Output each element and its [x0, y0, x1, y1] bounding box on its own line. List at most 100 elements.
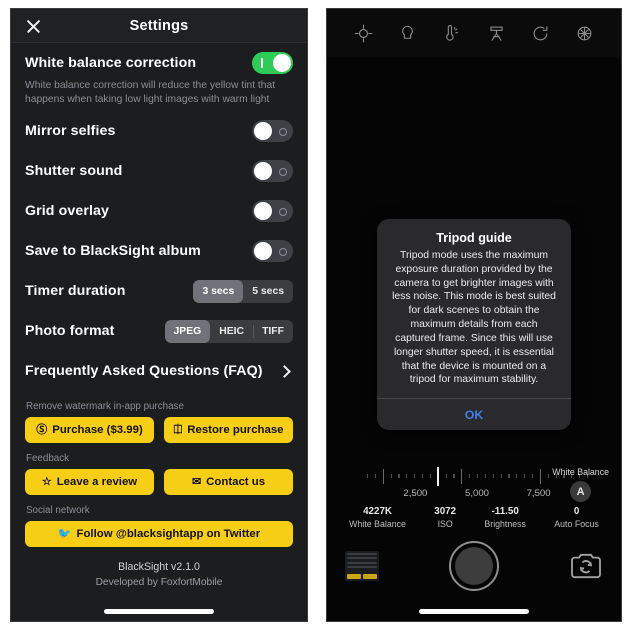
restore-purchase-button[interactable]: ⎅ Restore purchase — [164, 417, 293, 444]
setting-label: White balance correction — [25, 55, 197, 71]
purchase-button-row: Ⓢ Purchase ($3.99) ⎅ Restore purchase — [25, 417, 293, 444]
home-indicator — [419, 609, 529, 614]
faq-row[interactable]: Frequently Asked Questions (FAQ) — [25, 351, 293, 391]
setting-row-shutter-sound[interactable]: Shutter sound — [25, 151, 293, 191]
kelvin-tick — [516, 474, 518, 478]
camera-toolbar — [327, 9, 621, 57]
kelvin-tick — [398, 474, 400, 478]
contact-us-label: Contact us — [206, 476, 266, 489]
purchase-button[interactable]: Ⓢ Purchase ($3.99) — [25, 417, 154, 444]
thumbnail-line — [347, 561, 377, 564]
viewfinder: Tripod guide Tripod mode uses the maximu… — [327, 57, 621, 457]
app-developer: Developed by FoxfortMobile — [95, 577, 223, 589]
kelvin-current-indicator[interactable] — [436, 467, 439, 486]
camera-bottom-bar — [327, 529, 621, 621]
timer-option-5-secs[interactable]: 5 secs — [243, 280, 293, 303]
thumbnail-button — [347, 574, 361, 579]
kelvin-tick — [414, 474, 416, 478]
timer-option-3-secs[interactable]: 3 secs — [193, 279, 244, 303]
toggle-mirror-selfies[interactable] — [252, 120, 293, 143]
toggle-knob — [254, 202, 272, 221]
kelvin-major-tick — [539, 469, 542, 484]
settings-gear-icon[interactable] — [575, 24, 594, 43]
kelvin-tick — [429, 474, 432, 478]
chevron-right-icon — [278, 365, 291, 378]
social-caption: Social network — [26, 505, 90, 517]
faq-label: Frequently Asked Questions (FAQ) — [25, 363, 263, 380]
white-balance-mode-badge: White Balance A — [552, 467, 609, 502]
leave-review-button[interactable]: ☆ Leave a review — [25, 469, 154, 496]
readout-value: 3072 — [434, 506, 457, 517]
kelvin-major-tick — [382, 469, 384, 484]
home-indicator — [104, 609, 214, 614]
kelvin-tick — [477, 474, 479, 478]
purchase-caption: Remove watermark in-app purchase — [26, 401, 184, 413]
flip-camera-icon[interactable] — [569, 552, 603, 580]
kelvin-tick-label: 5,000 — [464, 488, 490, 499]
twitter-bird-icon: 🐦 — [57, 527, 72, 540]
setting-label: Grid overlay — [25, 203, 109, 220]
twitter-follow-button[interactable]: 🐦 Follow @blacksightapp on Twitter — [25, 521, 293, 548]
kelvin-tick-label: 7,500 — [526, 488, 551, 499]
kelvin-tick — [390, 474, 392, 478]
toggle-knob — [254, 122, 272, 141]
focus-crosshair-icon[interactable] — [354, 24, 373, 43]
format-option-tiff[interactable]: TIFF — [253, 320, 293, 343]
kelvin-tick — [367, 474, 369, 478]
toggle-save-to-album[interactable] — [252, 240, 293, 263]
twitter-follow-label: Follow @blacksightapp on Twitter — [76, 528, 261, 541]
dialog-ok-button[interactable]: OK — [377, 399, 571, 430]
readout-iso: 3072 ISO — [434, 506, 456, 529]
restore-purchase-label: Restore purchase — [187, 424, 284, 437]
setting-row-grid-overlay[interactable]: Grid overlay — [25, 191, 293, 231]
format-option-jpeg[interactable]: JPEG — [164, 319, 211, 343]
flashlight-icon[interactable] — [398, 24, 417, 43]
toggle-white-balance-correction[interactable] — [252, 52, 293, 74]
feedback-caption: Feedback — [26, 453, 70, 465]
thumbnail-lines — [347, 553, 377, 574]
kelvin-major-tick — [461, 469, 463, 484]
page-title: Settings — [129, 17, 189, 34]
white-balance-icon[interactable] — [442, 24, 461, 43]
star-icon: ☆ — [41, 475, 52, 488]
timer-duration-segmented-control[interactable]: 3 secs 5 secs — [193, 279, 293, 303]
dollar-coin-icon: Ⓢ — [36, 423, 48, 436]
settings-screen: Settings White balance correction White … — [10, 8, 308, 622]
toggle-grid-overlay[interactable] — [252, 200, 293, 223]
feedback-button-row: ☆ Leave a review ✉ Contact us — [25, 469, 293, 496]
kelvin-ruler-section: 2,500 5,000 7,500 4227K White Balance 30… — [327, 457, 621, 535]
kelvin-tick — [508, 474, 510, 478]
envelope-icon: ✉ — [191, 475, 202, 488]
readout-label: Brightness — [484, 519, 526, 529]
kelvin-tick — [547, 474, 549, 478]
shutter-button[interactable] — [449, 541, 499, 591]
kelvin-tick — [406, 474, 408, 478]
timer-icon[interactable] — [531, 24, 550, 43]
setting-row-timer-duration: Timer duration 3 secs 5 secs — [25, 271, 293, 311]
dialog-title: Tripod guide — [436, 231, 512, 245]
camera-readouts: 4227K White Balance 3072 ISO -11.50 Brig… — [327, 506, 621, 529]
contact-us-button[interactable]: ✉ Contact us — [164, 469, 293, 496]
readout-auto-focus: 0 Auto Focus — [554, 506, 599, 529]
white-balance-auto-button[interactable]: A — [570, 481, 592, 502]
photo-format-segmented-control[interactable]: JPEG HEIC TIFF — [164, 319, 293, 343]
readout-value: 0 — [573, 506, 580, 517]
camera-screen: Tripod guide Tripod mode uses the maximu… — [326, 8, 622, 622]
close-icon[interactable] — [25, 17, 42, 34]
kelvin-tick — [500, 474, 502, 478]
readout-label: ISO — [437, 519, 453, 529]
readout-value: -11.50 — [491, 506, 519, 517]
kelvin-tick — [532, 474, 534, 478]
format-option-heic[interactable]: HEIC — [210, 320, 253, 343]
leave-review-label: Leave a review — [56, 476, 138, 489]
thumbnail-button — [363, 574, 377, 579]
setting-row-white-balance[interactable]: White balance correction — [25, 43, 293, 83]
tripod-icon[interactable] — [487, 24, 506, 43]
gallery-thumbnail[interactable] — [345, 551, 379, 581]
dialog-message: Tripod mode uses the maximum exposure du… — [392, 250, 556, 386]
setting-row-save-album[interactable]: Save to BlackSight album — [25, 231, 293, 271]
toggle-shutter-sound[interactable] — [252, 160, 293, 183]
setting-row-mirror-selfies[interactable]: Mirror selfies — [25, 111, 293, 151]
toggle-knob — [254, 162, 272, 181]
setting-label: Shutter sound — [25, 163, 123, 180]
